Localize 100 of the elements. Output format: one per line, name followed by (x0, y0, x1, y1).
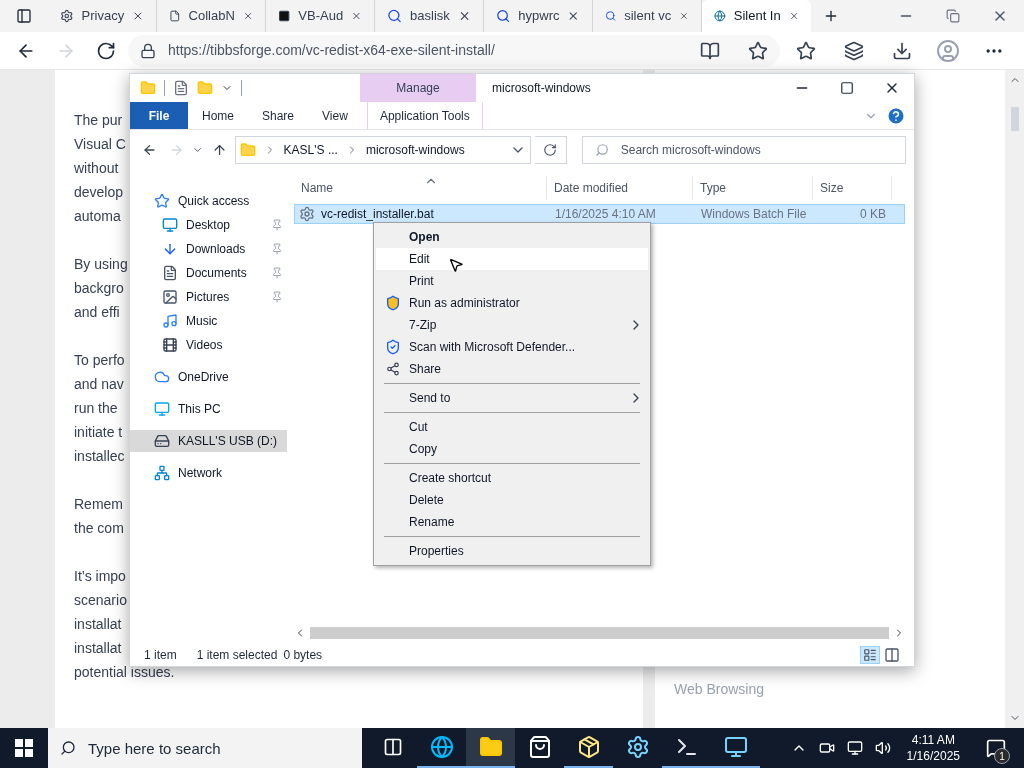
help-icon[interactable] (886, 105, 906, 126)
menu-item[interactable]: Cut (376, 416, 648, 438)
file-size: 0 KB (859, 206, 887, 223)
text-line: develop (74, 183, 124, 202)
menu-item[interactable]: Copy (376, 438, 648, 460)
menu-item[interactable]: 7-Zip (376, 314, 648, 336)
drive-icon (154, 433, 170, 449)
lock-icon (140, 42, 156, 59)
address-field[interactable]: KASL'S ... microsoft-windows (234, 136, 531, 164)
restore-icon[interactable] (946, 9, 960, 23)
menu-item[interactable]: Open (376, 226, 648, 248)
taskbar-search-box[interactable]: Type here to search (48, 728, 362, 768)
column-header[interactable]: Size (813, 176, 892, 200)
scroll-thumb[interactable] (1010, 107, 1019, 131)
nav-item[interactable]: Videos (130, 334, 287, 356)
refresh-button[interactable] (534, 136, 567, 164)
favorite-icon[interactable] (748, 40, 768, 61)
search-icon (387, 8, 403, 24)
status-text: 1 item selected (196, 647, 278, 664)
nav-item[interactable]: Quick access (130, 190, 287, 212)
text-line: The pur (74, 111, 123, 130)
notification-count: 1 (994, 748, 1010, 764)
address-bar[interactable]: https://tibbsforge.com/vc-redist-x64-exe-silent-install/ (128, 34, 780, 67)
shield-icon (384, 295, 401, 311)
tab-actions-icon[interactable] (16, 8, 32, 24)
film-icon (162, 337, 178, 353)
group-label: Manage (396, 80, 440, 97)
text-line: backgro (74, 279, 124, 298)
text-line: and effi (74, 303, 120, 322)
profile-icon[interactable] (936, 38, 960, 63)
gear-icon (60, 8, 74, 24)
camera-icon[interactable] (818, 740, 835, 756)
nav-item[interactable]: Music (130, 310, 287, 332)
music-icon (162, 313, 178, 329)
collections-icon[interactable] (844, 40, 864, 61)
file-row[interactable]: vc-redist_installer.bat 1/16/2025 4:10 AM Windows Batch File 0 KB (294, 204, 905, 224)
download-icon[interactable] (892, 40, 912, 61)
menu-item[interactable]: Rename (376, 511, 648, 533)
nav-item[interactable]: Network (130, 462, 287, 484)
menu-item[interactable]: Properties (376, 540, 648, 562)
taskbar-search-field[interactable]: Type here to search (88, 728, 350, 768)
menu-item[interactable]: Create shortcut (376, 467, 648, 489)
column-header[interactable]: Name (294, 176, 547, 200)
volume-icon[interactable] (874, 740, 891, 756)
search-field[interactable]: Search microsoft-windows (620, 137, 893, 163)
app-icon (625, 735, 650, 759)
share-icon (385, 362, 400, 376)
text-line: installec (74, 447, 125, 466)
status-text: 0 bytes (283, 647, 323, 664)
close-icon[interactable] (567, 9, 580, 23)
column-header[interactable]: Date modified (547, 176, 693, 200)
nav-item[interactable]: KASLL'S USB (D:) (130, 430, 287, 452)
search-box[interactable]: Search microsoft-windows (581, 136, 906, 164)
column-header[interactable]: Type (693, 176, 813, 200)
menu-item[interactable]: Share (376, 358, 648, 380)
ribbon-tab[interactable]: View (308, 102, 362, 129)
store-icon (527, 735, 552, 759)
nav-item[interactable]: Documents (130, 262, 287, 284)
details-view-button[interactable] (860, 646, 880, 664)
taskbar-app[interactable] (466, 728, 515, 768)
arrow-down-icon (162, 241, 178, 257)
favorites-icon[interactable] (796, 40, 816, 61)
windows-icon (15, 739, 33, 757)
status-text: 1 item (144, 647, 177, 664)
globe-icon (714, 8, 726, 24)
ribbon-tab[interactable]: Application Tools (366, 102, 483, 129)
ribbon-tab[interactable]: File (130, 102, 188, 129)
text-line: and nav (74, 375, 124, 394)
notification-icon[interactable] (986, 738, 1006, 758)
maximize-icon[interactable] (840, 81, 854, 95)
nav-item[interactable]: Desktop (130, 214, 287, 236)
menu-item[interactable]: Send to (376, 387, 648, 409)
new-tab-icon[interactable] (823, 8, 839, 24)
nav-item[interactable]: Downloads (130, 238, 287, 260)
properties-icon[interactable] (173, 80, 189, 96)
reader-icon[interactable] (700, 40, 720, 61)
text-line: installat (74, 615, 122, 634)
picture-icon (162, 289, 178, 305)
menu-item[interactable]: Print (376, 270, 648, 292)
menu-item[interactable]: Edit (376, 248, 648, 270)
refresh-icon (543, 143, 558, 157)
folder-icon (239, 142, 256, 158)
menu-item[interactable]: Delete (376, 489, 648, 511)
large-icons-view-icon[interactable] (884, 647, 900, 663)
browser-tab[interactable]: Silent In (702, 0, 811, 32)
ribbon-tab[interactable]: Share (248, 102, 309, 129)
text-line: installat (74, 639, 122, 658)
text-line: To perfo (74, 351, 125, 370)
nav-item[interactable]: This PC (130, 398, 287, 420)
reload-icon[interactable] (96, 40, 116, 61)
nav-item[interactable]: Pictures (130, 286, 287, 308)
nav-item[interactable]: OneDrive (130, 366, 287, 388)
breadcrumb[interactable]: KASL'S ... (283, 141, 338, 159)
search-icon (594, 143, 609, 157)
breadcrumb[interactable]: microsoft-windows (365, 141, 465, 159)
clock[interactable]: 4:11 AM 1/16/2025 (902, 732, 964, 764)
menu-item[interactable]: Scan with Microsoft Defender... (376, 336, 648, 358)
ribbon-tab[interactable]: Home (188, 102, 248, 129)
menu-item[interactable]: Run as administrator (376, 292, 648, 314)
details-view-icon (863, 648, 877, 662)
